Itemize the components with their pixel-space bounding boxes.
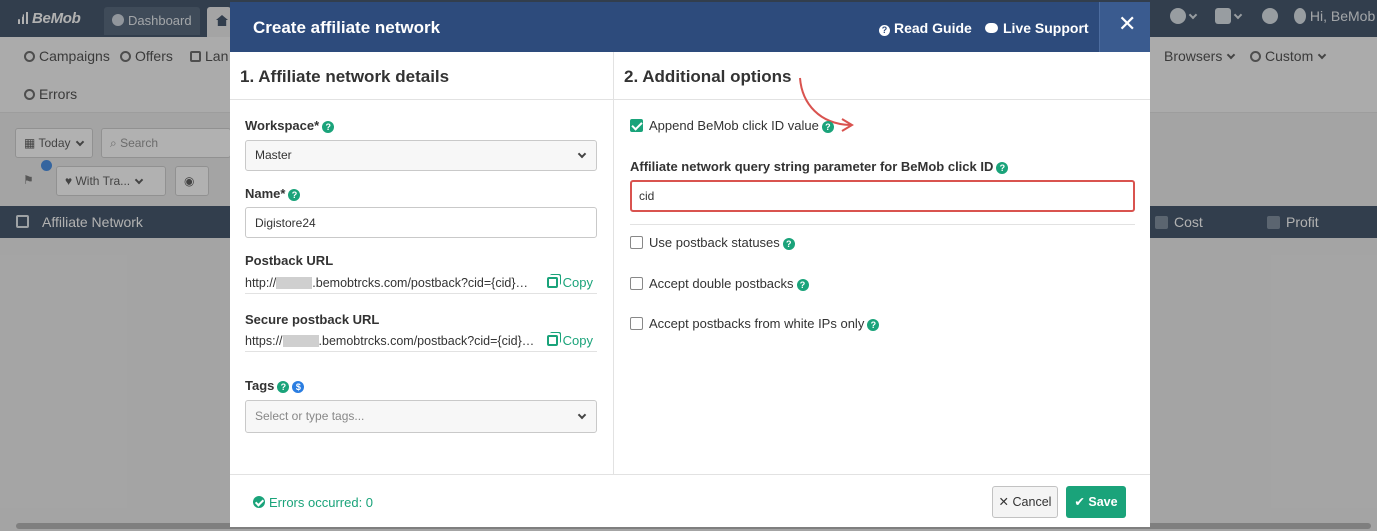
close-icon: ✕ <box>998 495 1010 509</box>
postback-url-row: http://.bemobtrcks.com/postback?cid={cid… <box>245 274 597 294</box>
modal-header: Create affiliate network ? Read Guide Liv… <box>230 2 1150 52</box>
column-divider <box>613 52 614 474</box>
create-affiliate-network-modal: Create affiliate network ? Read Guide Liv… <box>230 2 1150 527</box>
double-postbacks-checkbox[interactable] <box>630 277 643 290</box>
name-label: Name*? <box>245 186 301 201</box>
errors-status: Errors occurred: 0 <box>253 495 373 510</box>
secure-postback-url-label: Secure postback URL <box>245 312 380 327</box>
help-icon[interactable]: ? <box>996 162 1009 174</box>
section-title-options: 2. Additional options <box>624 67 792 86</box>
section-divider <box>614 99 1150 100</box>
help-icon[interactable]: ? <box>796 279 809 291</box>
check-circle-icon <box>253 496 265 508</box>
options-divider <box>630 224 1135 225</box>
redacted-subdomain <box>276 277 313 289</box>
close-icon: ✕ <box>1118 12 1137 37</box>
chevron-down-icon <box>577 149 587 159</box>
append-click-id-option[interactable]: Append BeMob click ID value? <box>630 118 834 133</box>
section-divider <box>230 99 613 100</box>
close-button[interactable]: ✕ <box>1099 2 1150 52</box>
double-postbacks-option[interactable]: Accept double postbacks? <box>630 276 809 291</box>
modal-title: Create affiliate network <box>253 18 441 37</box>
chat-icon <box>985 23 998 33</box>
postback-statuses-option[interactable]: Use postback statuses? <box>630 235 795 250</box>
white-ips-option[interactable]: Accept postbacks from white IPs only? <box>630 316 880 331</box>
live-support-link[interactable]: Live Support <box>985 20 1089 36</box>
copy-icon <box>546 335 558 346</box>
help-icon[interactable]: ? <box>821 121 834 133</box>
check-icon: ✔ <box>1074 495 1085 509</box>
tags-select[interactable]: Select or type tags... <box>245 400 597 433</box>
help-icon[interactable]: ? <box>277 381 290 393</box>
help-icon[interactable]: ? <box>867 319 880 331</box>
cancel-button[interactable]: ✕ Cancel <box>992 486 1058 518</box>
help-icon[interactable]: ? <box>322 121 335 133</box>
redacted-subdomain <box>282 335 319 347</box>
name-input[interactable] <box>245 207 597 238</box>
secure-postback-url-value: https://.bemobtrcks.com/postback?cid={ci… <box>245 334 535 348</box>
copy-icon <box>546 277 558 288</box>
append-click-id-checkbox[interactable] <box>630 119 643 132</box>
copy-secure-postback-button[interactable]: Copy <box>546 333 593 348</box>
section-title-details: 1. Affiliate network details <box>240 67 450 86</box>
postback-statuses-checkbox[interactable] <box>630 236 643 249</box>
postback-url-value: http://.bemobtrcks.com/postback?cid={cid… <box>245 276 535 290</box>
postback-url-label: Postback URL <box>245 253 334 268</box>
tags-label: Tags? $ <box>245 378 305 393</box>
chevron-down-icon <box>577 410 587 420</box>
secure-postback-url-row: https://.bemobtrcks.com/postback?cid={ci… <box>245 332 597 352</box>
premium-icon: $ <box>292 381 305 393</box>
query-string-input[interactable] <box>630 180 1135 212</box>
read-guide-link[interactable]: ? Read Guide <box>879 20 972 36</box>
help-icon[interactable]: ? <box>782 238 795 250</box>
modal-footer: Errors occurred: 0 ✕ Cancel ✔ Save <box>230 474 1150 527</box>
save-button[interactable]: ✔ Save <box>1066 486 1126 518</box>
question-icon: ? <box>879 25 890 36</box>
workspace-label: Workspace*? <box>245 118 335 133</box>
workspace-select[interactable]: Master <box>245 140 597 171</box>
query-string-label: Affiliate network query string parameter… <box>630 159 1009 174</box>
white-ips-checkbox[interactable] <box>630 317 643 330</box>
help-icon[interactable]: ? <box>288 189 301 201</box>
copy-postback-button[interactable]: Copy <box>546 275 593 290</box>
